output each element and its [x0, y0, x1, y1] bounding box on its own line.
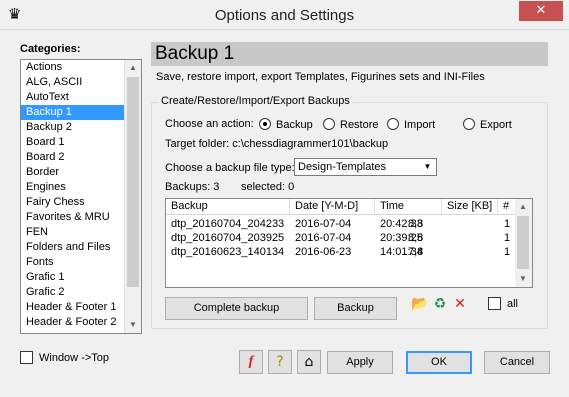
radio-import[interactable]: Import	[387, 118, 435, 131]
cell-count: 1	[504, 246, 511, 258]
cell-count: 1	[504, 232, 511, 244]
window-top-option[interactable]: Window ->Top	[20, 351, 109, 364]
category-item[interactable]: Fonts	[21, 255, 141, 270]
file-type-label: Choose a backup file type:	[165, 162, 295, 174]
group-title: Create/Restore/Import/Export Backups	[158, 95, 353, 107]
all-checkbox[interactable]	[488, 297, 501, 310]
backups-count: Backups: 3	[165, 181, 220, 193]
backup-button[interactable]: Backup	[314, 297, 397, 320]
radio-backup-indicator[interactable]	[259, 118, 271, 130]
column-size[interactable]: Size [KB]	[442, 199, 498, 215]
table-row[interactable]: dtp_20160704_203925 2016-07-04 20:39:25 …	[166, 231, 516, 245]
cell-date: 2016-07-04	[295, 232, 352, 244]
category-item[interactable]: Favorites & MRU	[21, 210, 141, 225]
category-item[interactable]: Actions	[21, 60, 141, 75]
scroll-up-icon[interactable]: ▲	[515, 199, 531, 215]
scroll-thumb[interactable]	[517, 216, 529, 269]
category-item[interactable]: Grafic 1	[21, 270, 141, 285]
cancel-button[interactable]: Cancel	[484, 351, 550, 374]
all-label: all	[507, 297, 519, 310]
categories-label: Categories:	[20, 43, 81, 55]
category-item[interactable]: ALG, ASCII	[21, 75, 141, 90]
table-row[interactable]: dtp_20160623_140134 2016-06-23 14:01:34 …	[166, 245, 516, 259]
all-option[interactable]: all	[488, 297, 518, 310]
category-item[interactable]: Engines	[21, 180, 141, 195]
category-item[interactable]: Backup 2	[21, 120, 141, 135]
scroll-down-icon[interactable]: ▼	[125, 317, 141, 333]
category-item[interactable]: Board 2	[21, 150, 141, 165]
action-label: Choose an action:	[165, 118, 254, 130]
column-backup[interactable]: Backup	[166, 199, 290, 215]
cell-backup: dtp_20160623_140134	[171, 246, 285, 258]
chevron-down-icon[interactable]: ▼	[420, 160, 435, 174]
apply-button[interactable]: Apply	[327, 351, 393, 374]
window-top-label: Window ->Top	[39, 351, 110, 364]
category-item[interactable]: Border	[21, 165, 141, 180]
open-folder-icon[interactable]: 📂	[411, 296, 428, 312]
title-bar: ♛ Options and Settings ✕	[0, 0, 569, 30]
page-title: Backup 1	[155, 43, 235, 64]
table-scrollbar[interactable]: ▲ ▼	[515, 199, 532, 287]
recycle-icon[interactable]: ♻	[432, 296, 448, 312]
cell-size: 7,8	[408, 246, 424, 258]
category-item[interactable]: Board 1	[21, 135, 141, 150]
category-item[interactable]: Grafic 2	[21, 285, 141, 300]
ok-button[interactable]: OK	[406, 351, 472, 374]
target-folder: Target folder: c:\chessdiagrammer101\bac…	[165, 138, 389, 150]
selected-count: selected: 0	[241, 181, 295, 193]
column-time[interactable]: Time	[375, 199, 442, 215]
radio-import-indicator[interactable]	[387, 118, 399, 130]
radio-restore-indicator[interactable]	[323, 118, 335, 130]
close-icon: ✕	[535, 3, 547, 18]
cell-date: 2016-06-23	[295, 246, 352, 258]
radio-export-indicator[interactable]	[463, 118, 475, 130]
cell-size: 8,8	[408, 218, 424, 230]
window-title: Options and Settings	[214, 7, 355, 24]
panel-header: Backup 1	[151, 42, 548, 66]
radio-export[interactable]: Export	[463, 118, 512, 131]
category-item[interactable]: Header & Footer 1	[21, 300, 141, 315]
categories-items: Actions ALG, ASCII AutoText Backup 1 Backup …	[21, 60, 141, 330]
radio-restore[interactable]: Restore	[323, 118, 379, 131]
radio-backup[interactable]: Backup	[259, 118, 313, 131]
category-item[interactable]: FEN	[21, 225, 141, 240]
window-top-checkbox[interactable]	[20, 351, 33, 364]
category-item[interactable]: Fairy Chess	[21, 195, 141, 210]
file-type-select[interactable]: Design-Templates ▼	[294, 158, 437, 176]
panel-subtitle: Save, restore import, export Templates, …	[156, 71, 485, 83]
scroll-thumb[interactable]	[127, 77, 139, 287]
table-row[interactable]: dtp_20160704_204233 2016-07-04 20:42:33 …	[166, 217, 516, 231]
table-header: Backup Date [Y-M-D] Time Size [KB] #	[166, 199, 516, 215]
category-item[interactable]: Folders and Files	[21, 240, 141, 255]
column-count[interactable]: #	[498, 199, 516, 215]
camera-icon[interactable]: ⌂	[297, 350, 321, 374]
category-item[interactable]: Header & Footer 2	[21, 315, 141, 330]
delete-icon[interactable]: ✕	[452, 296, 468, 312]
column-date[interactable]: Date [Y-M-D]	[290, 199, 375, 215]
backup-table[interactable]: Backup Date [Y-M-D] Time Size [KB] # dtp…	[165, 198, 533, 288]
cell-size: 8,8	[408, 232, 424, 244]
file-type-value: Design-Templates	[298, 161, 387, 173]
scroll-down-icon[interactable]: ▼	[515, 271, 531, 287]
category-item[interactable]: AutoText	[21, 90, 141, 105]
cell-backup: dtp_20160704_204233	[171, 218, 285, 230]
close-button[interactable]: ✕	[519, 1, 563, 21]
category-item[interactable]: Backup 1	[21, 105, 141, 120]
cell-date: 2016-07-04	[295, 218, 352, 230]
complete-backup-button[interactable]: Complete backup	[165, 297, 308, 320]
categories-scrollbar[interactable]: ▲ ▼	[124, 60, 141, 333]
categories-list[interactable]: Actions ALG, ASCII AutoText Backup 1 Backup …	[20, 59, 142, 334]
scroll-up-icon[interactable]: ▲	[125, 60, 141, 76]
flash-icon[interactable]: f	[239, 350, 263, 374]
cell-count: 1	[504, 218, 511, 230]
cell-backup: dtp_20160704_203925	[171, 232, 285, 244]
help-icon[interactable]: ?	[268, 350, 292, 374]
